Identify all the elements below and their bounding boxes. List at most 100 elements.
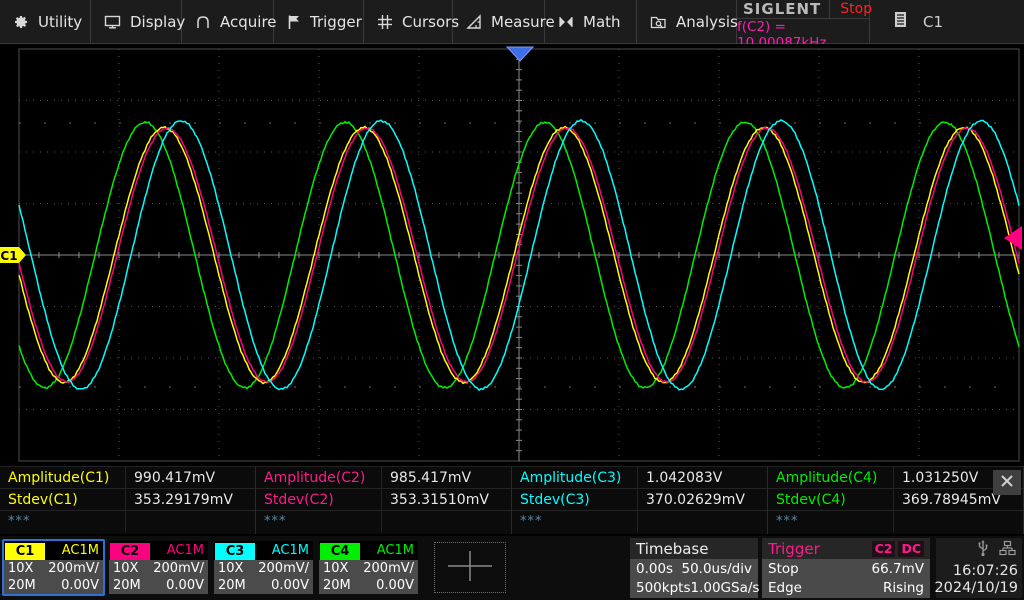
display-icon: [104, 14, 121, 30]
trigger-position-marker[interactable]: [505, 46, 535, 62]
trigger-source-badge: C2: [871, 540, 896, 557]
measurement-value: 990.417mV: [134, 469, 216, 486]
measurement-label: Amplitude(C2): [256, 467, 382, 488]
measurement-row: ***: [256, 511, 511, 532]
measurement-row: ***: [512, 511, 767, 532]
timebase-panel[interactable]: Timebase 0.00s 50.0us/div 500kpts 1.00GSa/…: [630, 538, 760, 598]
measurement-label: Stdev(C3): [512, 489, 638, 510]
timebase-points: 500kpts: [636, 579, 691, 596]
gear-icon: [13, 14, 29, 30]
timebase-sample-rate: 1.00GSa/s: [690, 579, 760, 596]
channel-box-c2[interactable]: C2 AC1M 10X 200mV/ 20M 0.00V: [107, 539, 210, 596]
channel-coupling: AC1M: [376, 543, 414, 558]
active-channel-indicator[interactable]: C1: [870, 0, 1024, 43]
trigger-level-marker[interactable]: [1004, 226, 1022, 250]
menu-acquire[interactable]: Acquire: [182, 0, 277, 43]
measurement-label: Amplitude(C3): [512, 467, 638, 488]
measurement-group-c2: Amplitude(C2) 985.417mV Stdev(C2) 353.31…: [256, 467, 512, 534]
channel-badge: C1: [5, 542, 45, 560]
lan-icon: [999, 540, 1016, 561]
measurement-row: Stdev(C3) 370.02629mV: [512, 489, 767, 511]
channel-badge: C3: [215, 542, 255, 560]
timebase-delay: 0.00s: [636, 561, 674, 578]
menu-utility[interactable]: Utility: [0, 0, 91, 43]
channel-bandwidth: 20M: [323, 577, 351, 593]
oscilloscope-screen: Utility Display Acquire Trigger Cursors: [0, 0, 1024, 600]
channel-probe: 10X: [323, 561, 349, 577]
measurement-row: Amplitude(C1) 990.417mV: [0, 467, 255, 489]
measurement-group-c1: Amplitude(C1) 990.417mV Stdev(C1) 353.29…: [0, 467, 256, 534]
trigger-coupling-badge: DC: [898, 540, 924, 557]
clock-date: 2024/10/19: [934, 580, 1018, 596]
flag-icon: [287, 14, 301, 30]
menu-trigger[interactable]: Trigger: [274, 0, 364, 43]
channel-scale: 200mV/: [363, 561, 414, 577]
math-icon: [558, 14, 574, 30]
menu-cursors[interactable]: Cursors: [364, 0, 459, 43]
measurement-row: Stdev(C1) 353.29179mV: [0, 489, 255, 511]
trigger-status: Stop: [768, 561, 799, 578]
channel-strip: C1 AC1M 10X 200mV/ 20M 0.00V C2 AC1M 10X 20…: [2, 539, 420, 596]
measurement-row: ***: [768, 511, 1023, 532]
datetime-panel: 16:07:26 2024/10/19: [934, 538, 1022, 598]
timebase-scale: 50.0us/div: [681, 561, 752, 578]
usb-icon: [977, 540, 989, 561]
add-item-dropzone[interactable]: [434, 542, 506, 593]
measurement-group-c4: Amplitude(C4) 1.031250V Stdev(C4) 369.78…: [768, 467, 1024, 534]
measurement-placeholder: ***: [768, 511, 894, 532]
channel-probe: 10X: [8, 561, 34, 577]
top-menu-bar: Utility Display Acquire Trigger Cursors: [0, 0, 1024, 51]
close-icon: [1000, 473, 1014, 492]
menu-trigger-label: Trigger: [310, 12, 362, 31]
channel-badge: C2: [110, 542, 150, 560]
menu-math[interactable]: Math: [545, 0, 637, 43]
close-measurements-button[interactable]: [993, 470, 1021, 495]
menu-utility-label: Utility: [38, 12, 83, 31]
trigger-title: Trigger: [768, 539, 820, 558]
analysis-icon: [650, 14, 667, 30]
menu-cursors-label: Cursors: [402, 12, 460, 31]
list-icon: [894, 11, 907, 32]
c1-zero-marker-label: C1: [0, 249, 17, 263]
channel-scale: 200mV/: [153, 561, 204, 577]
waveform-display-area[interactable]: C1: [0, 44, 1024, 466]
active-channel-label: C1: [923, 12, 944, 31]
measurement-group-c3: Amplitude(C3) 1.042083V Stdev(C3) 370.02…: [512, 467, 768, 534]
measurement-label: Stdev(C1): [0, 489, 126, 510]
measurement-row: Amplitude(C4) 1.031250V: [768, 467, 1023, 489]
menu-math-label: Math: [583, 12, 621, 31]
measurement-row: ***: [0, 511, 255, 532]
menu-analysis-label: Analysis: [676, 12, 738, 31]
channel-box-c3[interactable]: C3 AC1M 10X 200mV/ 20M 0.00V: [212, 539, 315, 596]
measurement-placeholder: ***: [256, 511, 382, 532]
measurement-value: 353.29179mV: [134, 491, 233, 508]
menu-measure[interactable]: Measure: [453, 0, 555, 43]
measure-ruler-icon: [466, 13, 482, 30]
menu-acquire-label: Acquire: [220, 12, 277, 31]
channel-probe: 10X: [113, 561, 139, 577]
channel-probe: 10X: [218, 561, 244, 577]
measurement-label: Stdev(C4): [768, 489, 894, 510]
channel-scale: 200mV/: [258, 561, 309, 577]
measurement-label: Stdev(C2): [256, 489, 382, 510]
menu-analysis[interactable]: Analysis: [637, 0, 738, 43]
menu-display-label: Display: [130, 12, 186, 31]
timebase-title: Timebase: [636, 539, 709, 558]
channel-offset: 0.00V: [376, 577, 414, 593]
measurement-row: Amplitude(C3) 1.042083V: [512, 467, 767, 489]
menu-display[interactable]: Display: [91, 0, 186, 43]
measurement-table: Amplitude(C1) 990.417mV Stdev(C1) 353.29…: [0, 466, 1024, 534]
channel-offset: 0.00V: [166, 577, 204, 593]
measurement-row: Amplitude(C2) 985.417mV: [256, 467, 511, 489]
measurement-label: Amplitude(C4): [768, 467, 894, 488]
logo-status-block: SIGLENT Stop f(C2) = 10.00087kHz: [737, 0, 872, 51]
siglent-logo: SIGLENT: [737, 0, 831, 18]
c1-zero-marker-arrow: [19, 247, 26, 263]
channel-box-c4[interactable]: C4 AC1M 10X 200mV/ 20M 0.00V: [317, 539, 420, 596]
trigger-panel[interactable]: Trigger C2 DC Stop 66.7mV Edge Rising: [762, 538, 930, 598]
channel-coupling: AC1M: [271, 543, 309, 558]
acquire-icon: [195, 14, 211, 30]
trigger-slope: Rising: [882, 579, 924, 596]
channel-box-c1[interactable]: C1 AC1M 10X 200mV/ 20M 0.00V: [2, 539, 105, 596]
measurement-placeholder: ***: [512, 511, 638, 532]
